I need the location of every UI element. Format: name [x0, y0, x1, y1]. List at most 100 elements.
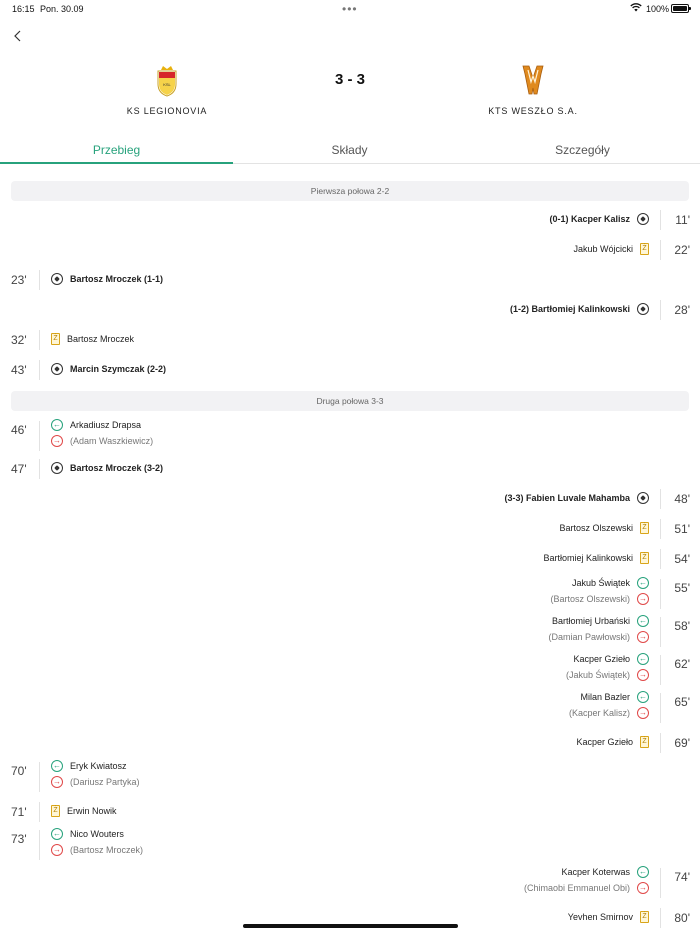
event-minute: 80': [674, 911, 690, 925]
event-text: (Bartosz Mroczek): [70, 845, 144, 855]
timeline-event[interactable]: 32' Ż Bartosz Mroczek: [0, 328, 700, 350]
timeline-divider: [660, 549, 661, 569]
event-row: ← Eryk Kwiatosz: [51, 760, 127, 772]
timeline-event[interactable]: 65' Milan Bazler ← (Kacper Kalisz) →: [0, 691, 700, 723]
event-minute: 46': [11, 423, 27, 437]
yellow-card-icon: Ż: [51, 333, 60, 345]
timeline-divider: [660, 300, 661, 320]
event-text: (0-1) Kacper Kalisz: [549, 214, 630, 224]
timeline-event[interactable]: 22' Jakub Wójcicki Ż: [0, 238, 700, 260]
half-header: Pierwsza połowa 2-2: [11, 181, 689, 201]
yellow-card-icon: Ż: [51, 805, 60, 817]
event-minute: 74': [674, 870, 690, 884]
event-minute: 48': [674, 492, 690, 506]
event-row: → (Bartosz Mroczek): [51, 844, 143, 856]
yellow-card-icon: Ż: [640, 552, 649, 564]
timeline-event[interactable]: 70' ← Eryk Kwiatosz → (Dariusz Partyka): [0, 760, 700, 792]
yellow-card-icon: Ż: [640, 522, 649, 534]
event-row: (Bartosz Olszewski) →: [550, 593, 649, 605]
timeline-event[interactable]: 47' Bartosz Mroczek (3-2): [0, 457, 700, 479]
timeline-event[interactable]: 69' Kacper Gzieło Ż: [0, 731, 700, 753]
event-row: → (Dariusz Partyka): [51, 776, 140, 788]
event-text: (1-2) Bartłomiej Kalinkowski: [509, 304, 630, 314]
timeline-divider: [39, 360, 40, 380]
status-date: Pon. 30.09: [40, 4, 84, 14]
svg-text:KSL: KSL: [163, 82, 171, 87]
away-team[interactable]: KTS WESZŁO S.A.: [453, 62, 613, 116]
event-minute: 70': [11, 764, 27, 778]
yellow-card-icon: Ż: [640, 736, 649, 748]
sub-in-icon: ←: [51, 828, 63, 840]
back-button[interactable]: [10, 28, 26, 44]
event-text: Bartosz Mroczek (1-1): [70, 274, 164, 284]
ball-icon: [51, 462, 63, 474]
timeline-event[interactable]: 58' Bartłomiej Urbański ← (Damian Pawłowski…: [0, 615, 700, 647]
tab-active-indicator: [0, 162, 233, 164]
event-row: Kacper Gzieło Ż: [576, 736, 649, 748]
timeline-event[interactable]: 51' Bartosz Olszewski Ż: [0, 517, 700, 539]
event-text: (Damian Pawłowski): [548, 632, 630, 642]
event-text: (Jakub Świątek): [565, 670, 630, 680]
event-row: (0-1) Kacper Kalisz: [549, 213, 649, 225]
sub-in-icon: ←: [637, 615, 649, 627]
timeline-event[interactable]: 55' Jakub Świątek ← (Bartosz Olszewski) →: [0, 577, 700, 609]
sub-out-icon: →: [51, 435, 63, 447]
sub-out-icon: →: [51, 844, 63, 856]
event-text: Jakub Świątek: [571, 578, 630, 588]
event-text: Yevhen Smirnov: [567, 912, 633, 922]
timeline-event[interactable]: 54' Bartłomiej Kalinkowski Ż: [0, 547, 700, 569]
event-text: Kacper Gzieło: [573, 654, 630, 664]
timeline-event[interactable]: 74' Kacper Koterwas ← (Chimaobi Emmanuel Ob…: [0, 866, 700, 898]
event-row: Bartłomiej Urbański ←: [552, 615, 649, 627]
timeline-event[interactable]: 62' Kacper Gzieło ← (Jakub Świątek) →: [0, 653, 700, 685]
status-bar: 16:15 Pon. 30.09 ••• 100%: [0, 0, 700, 18]
event-text: (Kacper Kalisz): [568, 708, 630, 718]
timeline-divider: [660, 579, 661, 609]
event-text: Eryk Kwiatosz: [70, 761, 127, 771]
timeline-event[interactable]: 28' (1-2) Bartłomiej Kalinkowski: [0, 298, 700, 320]
event-minute: 23': [11, 273, 27, 287]
event-row: Ż Erwin Nowik: [51, 805, 117, 817]
event-row: Marcin Szymczak (2-2): [51, 363, 166, 375]
event-minute: 69': [674, 736, 690, 750]
timeline-divider: [660, 655, 661, 685]
event-row: (3-3) Fabien Luvale Mahamba: [504, 492, 649, 504]
timeline-event[interactable]: 23' Bartosz Mroczek (1-1): [0, 268, 700, 290]
timeline-event[interactable]: 43' Marcin Szymczak (2-2): [0, 358, 700, 380]
event-text: Nico Wouters: [70, 829, 124, 839]
home-indicator[interactable]: [243, 924, 458, 928]
multitasking-dots-icon[interactable]: •••: [342, 2, 358, 16]
sub-out-icon: →: [51, 776, 63, 788]
home-team[interactable]: KSL KS LEGIONOVIA: [87, 62, 247, 116]
sub-in-icon: ←: [637, 691, 649, 703]
event-row: Jakub Świątek ←: [572, 577, 649, 589]
event-minute: 55': [674, 581, 690, 595]
event-row: Jakub Wójcicki Ż: [573, 243, 649, 255]
event-text: Bartosz Mroczek (3-2): [70, 463, 164, 473]
event-minute: 51': [674, 522, 690, 536]
event-text: Bartłomiej Kalinkowski: [543, 553, 633, 563]
event-text: Kacper Gzieło: [576, 737, 633, 747]
tab-szczegoly[interactable]: Szczegóły: [466, 143, 699, 157]
event-minute: 54': [674, 552, 690, 566]
timeline-event[interactable]: 46' ← Arkadiusz Drapsa → (Adam Waszkiewicz): [0, 419, 700, 451]
timeline-event[interactable]: 11' (0-1) Kacper Kalisz: [0, 208, 700, 230]
timeline-event[interactable]: 71' Ż Erwin Nowik: [0, 800, 700, 822]
sub-out-icon: →: [637, 593, 649, 605]
timeline-divider: [39, 830, 40, 860]
tab-przebieg[interactable]: Przebieg: [0, 143, 233, 157]
tab-sklady[interactable]: Składy: [233, 143, 466, 157]
event-minute: 28': [674, 303, 690, 317]
timeline-event[interactable]: 73' ← Nico Wouters → (Bartosz Mroczek): [0, 828, 700, 860]
timeline-event[interactable]: 48' (3-3) Fabien Luvale Mahamba: [0, 487, 700, 509]
timeline-divider: [39, 762, 40, 792]
event-row: (1-2) Bartłomiej Kalinkowski: [510, 303, 649, 315]
event-text: Bartosz Mroczek: [67, 334, 135, 344]
match-tabs: Przebieg Składy Szczegóły: [0, 138, 700, 164]
sub-out-icon: →: [637, 631, 649, 643]
event-text: (3-3) Fabien Luvale Mahamba: [504, 493, 630, 503]
event-row: Kacper Koterwas ←: [561, 866, 649, 878]
legionovia-crest-icon: KSL: [157, 66, 177, 97]
timeline-divider: [660, 240, 661, 260]
event-row: Bartosz Mroczek (3-2): [51, 462, 163, 474]
